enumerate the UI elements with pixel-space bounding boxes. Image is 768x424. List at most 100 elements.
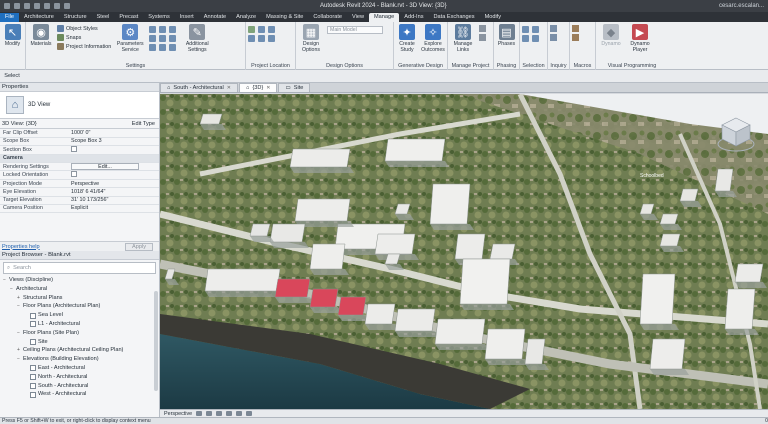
- user-name[interactable]: cesarc.escalan...: [719, 3, 768, 9]
- building-roof[interactable]: [269, 223, 306, 243]
- modify-button[interactable]: ↖ Modify: [2, 24, 23, 47]
- materials-button[interactable]: ◉ Materials: [28, 24, 54, 47]
- properties-help-link[interactable]: Properties help: [2, 244, 40, 250]
- 3d-viewport[interactable]: Schoolbed: [160, 94, 768, 409]
- design-options-button[interactable]: ▦ Design Options: [298, 24, 324, 53]
- property-checkbox[interactable]: [71, 145, 77, 152]
- explore-outcomes-button[interactable]: ✧ Explore Outcomes: [421, 24, 445, 53]
- viewcube[interactable]: [716, 114, 756, 156]
- building-roof[interactable]: [659, 213, 679, 225]
- tab-view[interactable]: View: [347, 13, 369, 22]
- instance-filter[interactable]: 3D View: {3D}: [2, 121, 37, 127]
- property-value[interactable]: [68, 170, 159, 181]
- building-mass[interactable]: [289, 148, 354, 173]
- property-value[interactable]: Edit...: [68, 162, 159, 172]
- close-icon[interactable]: ✕: [266, 84, 270, 93]
- tab-manage[interactable]: Manage: [369, 13, 400, 22]
- open-icon[interactable]: [4, 3, 10, 9]
- browser-tree-node[interactable]: − Views (Discipline): [2, 276, 159, 285]
- building-roof[interactable]: [199, 113, 223, 125]
- browser-tree-node[interactable]: East - Architectural: [2, 364, 159, 373]
- tab-annotate[interactable]: Annotate: [199, 13, 231, 22]
- redo-icon[interactable]: [34, 3, 40, 9]
- tab-architecture[interactable]: Architecture: [19, 13, 59, 22]
- settings-small-tools[interactable]: [149, 24, 177, 51]
- tab-data-exchanges[interactable]: Data Exchanges: [429, 13, 480, 22]
- render-icon[interactable]: [226, 411, 233, 416]
- snaps-button[interactable]: Snaps: [57, 34, 111, 41]
- browser-tree-node[interactable]: South - Architectural: [2, 382, 159, 391]
- building-roof[interactable]: [484, 328, 526, 360]
- apply-button[interactable]: Apply: [125, 242, 153, 251]
- browser-tree-node[interactable]: + Ceiling Plans (Architectural Ceiling Pl…: [2, 346, 159, 355]
- browser-tree-node[interactable]: − Floor Plans (Site Plan): [2, 329, 159, 338]
- projection-mode[interactable]: Perspective: [164, 411, 192, 417]
- browser-tree-node[interactable]: Site: [2, 338, 159, 347]
- tab-add-ins[interactable]: Add-Ins: [399, 13, 428, 22]
- property-row[interactable]: Eye Elevation 1018' 6 41/64": [0, 187, 159, 197]
- tab-insert[interactable]: Insert: [175, 13, 199, 22]
- building-roof[interactable]: [649, 338, 686, 370]
- select-dropdown[interactable]: Select: [0, 73, 24, 79]
- property-value[interactable]: 1018' 6 41/64": [68, 187, 159, 197]
- save-icon[interactable]: [14, 3, 20, 9]
- selection-tools[interactable]: [522, 24, 540, 42]
- building-mass[interactable]: [204, 268, 284, 297]
- building-roof[interactable]: [434, 318, 486, 345]
- building-mass[interactable]: [649, 338, 689, 375]
- dynamo-button[interactable]: ◆ Dynamo: [598, 24, 624, 47]
- collapse-icon[interactable]: −: [2, 276, 7, 285]
- phases-button[interactable]: ▤ Phases: [496, 24, 517, 47]
- building-mass[interactable]: [459, 258, 514, 310]
- building-mass[interactable]: [269, 223, 309, 248]
- object-styles-button[interactable]: Object Styles: [57, 25, 111, 32]
- browser-tree-node[interactable]: North - Architectural: [2, 373, 159, 382]
- browser-tree-node[interactable]: + Structural Plans: [2, 294, 159, 303]
- measure-icon[interactable]: [54, 3, 60, 9]
- manage-links-button[interactable]: ⛓ Manage Links: [450, 24, 476, 53]
- property-row[interactable]: Projection Mode Perspective: [0, 179, 159, 189]
- project-tool-icon[interactable]: [479, 34, 486, 41]
- hide-icon[interactable]: [246, 411, 253, 416]
- property-row[interactable]: Section Box: [0, 145, 159, 155]
- browser-tree-node[interactable]: West - Architectural: [2, 390, 159, 399]
- building-roof[interactable]: [429, 183, 471, 225]
- building-mass[interactable]: [309, 243, 349, 275]
- tab-systems[interactable]: Systems: [143, 13, 174, 22]
- tab-modify[interactable]: Modify: [480, 13, 506, 22]
- property-row[interactable]: Far Clip Offset 1000' 0": [0, 129, 159, 138]
- building-mass[interactable]: [484, 328, 529, 365]
- building-mass[interactable]: [274, 278, 314, 303]
- browser-tree-node[interactable]: − Elevations (Building Elevation): [2, 355, 159, 364]
- building-roof[interactable]: [374, 233, 416, 255]
- collapse-icon[interactable]: −: [16, 302, 21, 311]
- additional-settings-button[interactable]: ✎ Additional Settings: [180, 24, 214, 53]
- visual-style-icon[interactable]: [196, 411, 203, 416]
- property-value[interactable]: 31' 10 173/256": [68, 196, 159, 205]
- building-mass[interactable]: [384, 138, 449, 167]
- building-roof[interactable]: [489, 243, 516, 260]
- dynamo-player-button[interactable]: ▶ Dynamo Player: [627, 24, 653, 53]
- undo-icon[interactable]: [24, 3, 30, 9]
- inquiry-icon[interactable]: [550, 25, 557, 32]
- collapse-icon[interactable]: −: [16, 329, 21, 338]
- macro-security-icon[interactable]: [572, 34, 579, 41]
- property-row[interactable]: Locked Orientation: [0, 170, 159, 181]
- property-value[interactable]: Explicit: [68, 204, 159, 214]
- type-selector[interactable]: ⌂ 3D View: [0, 92, 159, 119]
- building-roof[interactable]: [679, 188, 699, 202]
- building-roof[interactable]: [459, 258, 511, 305]
- building-roof[interactable]: [659, 233, 681, 247]
- property-row[interactable]: Rendering Settings Edit...: [0, 162, 159, 172]
- tab-massing-site[interactable]: Massing & Site: [261, 13, 308, 22]
- parameters-service-button[interactable]: ⚙ Parameters Service: [114, 24, 146, 53]
- building-roof[interactable]: [724, 288, 756, 330]
- building-mass[interactable]: [394, 308, 439, 337]
- building-roof[interactable]: [274, 278, 311, 298]
- project-tool-icon[interactable]: [479, 25, 486, 32]
- property-value[interactable]: [68, 154, 159, 164]
- tab-view-south[interactable]: ⌂ South - Architectural ✕: [160, 83, 238, 92]
- expand-icon[interactable]: +: [16, 294, 21, 303]
- quick-access-toolbar[interactable]: [0, 3, 320, 9]
- collapse-icon[interactable]: −: [16, 355, 21, 364]
